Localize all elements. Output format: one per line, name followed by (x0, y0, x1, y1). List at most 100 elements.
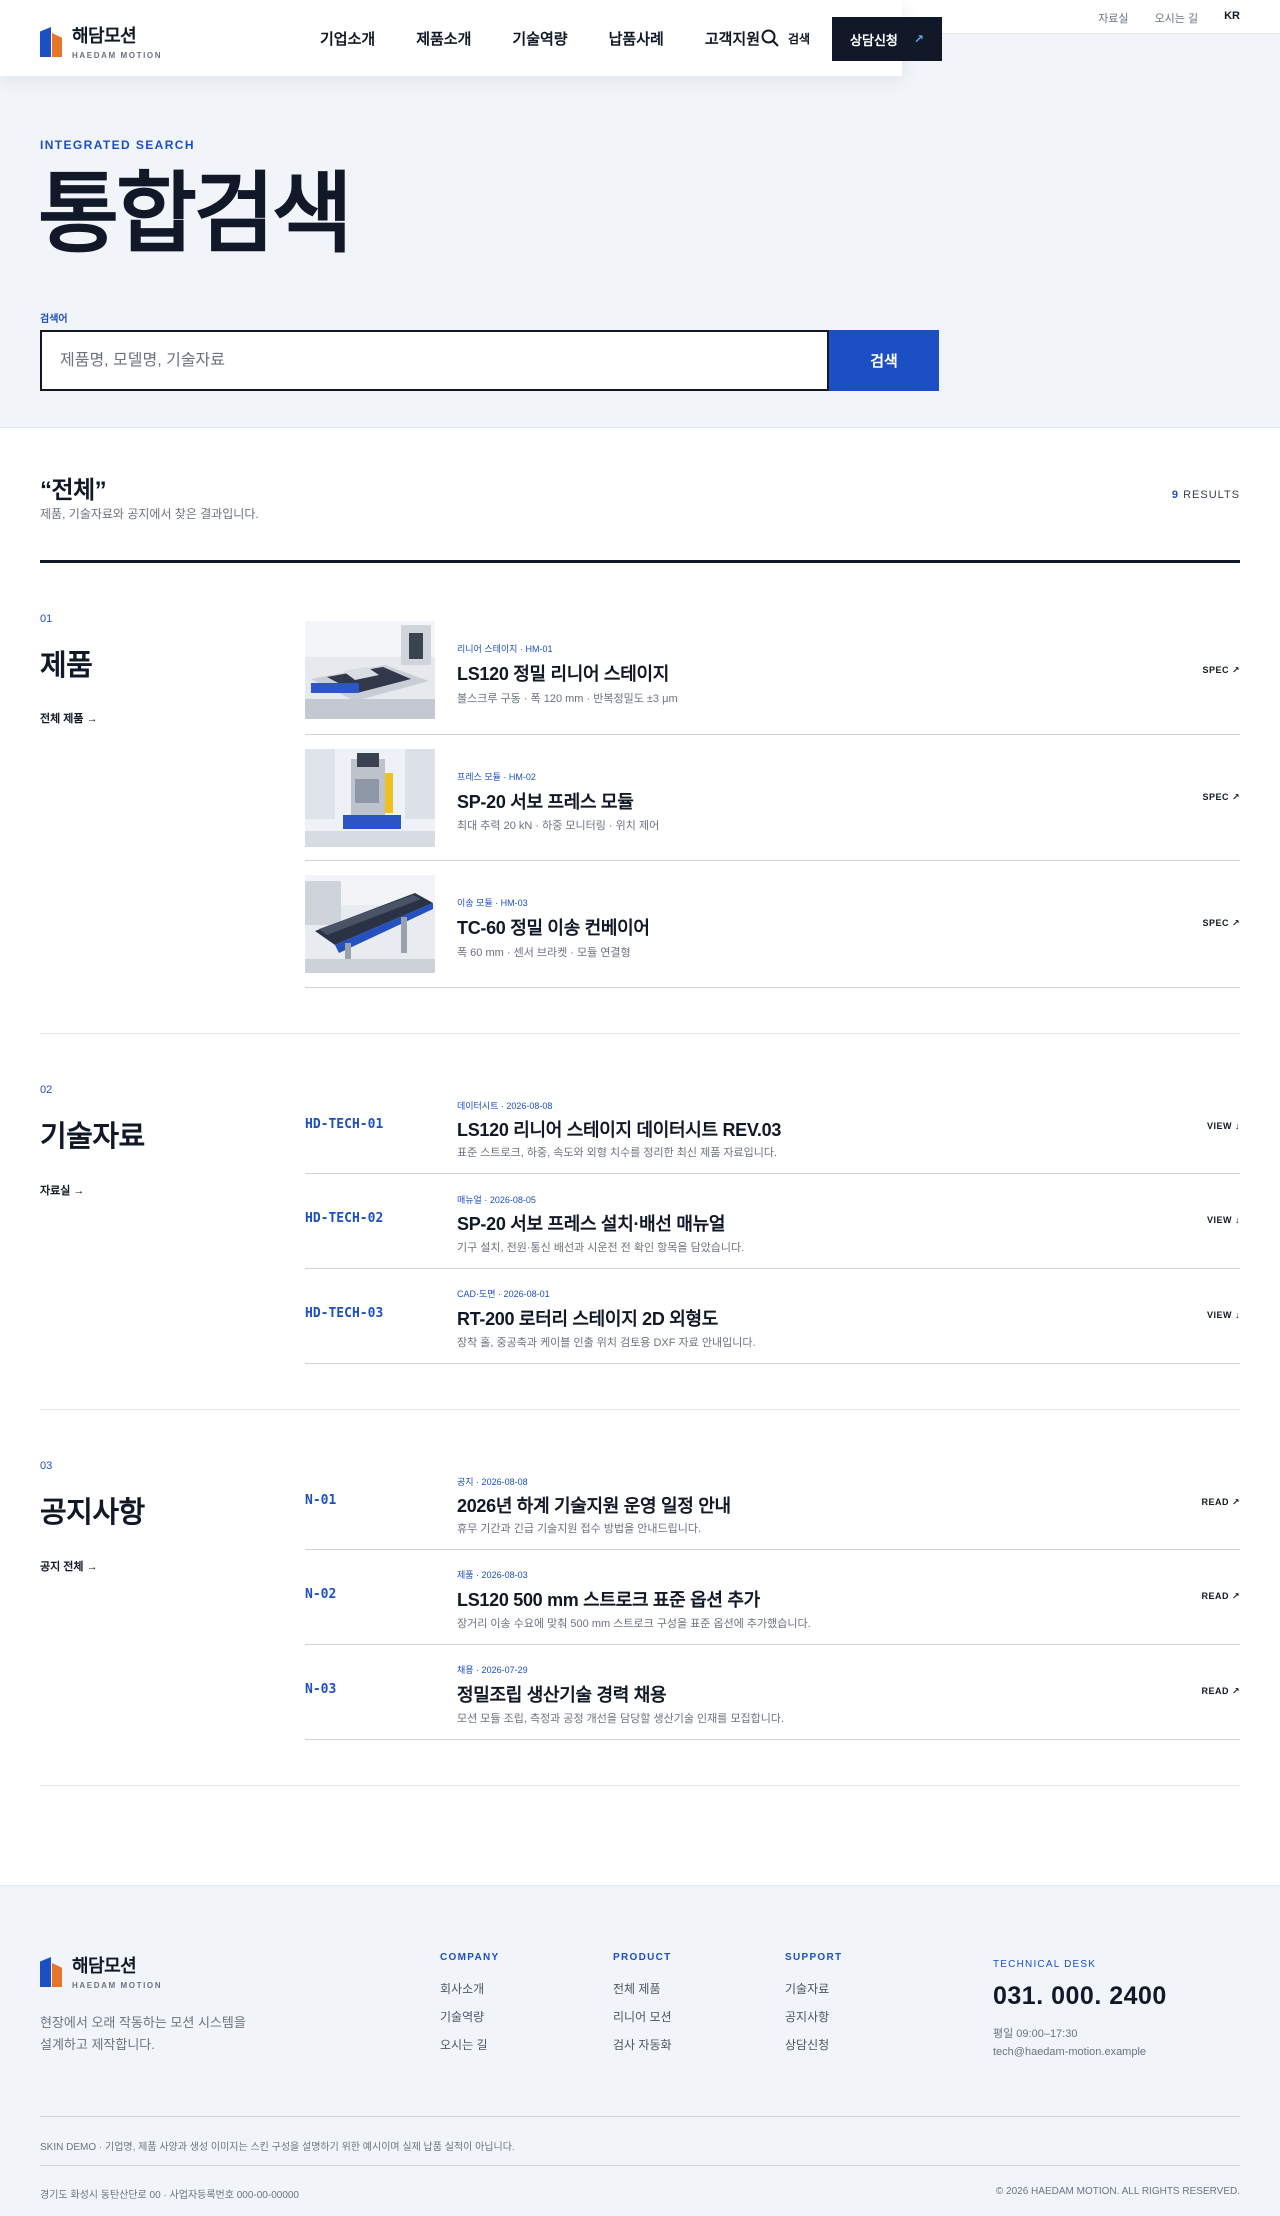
result-title[interactable]: RT-200 로터리 스테이지 2D 외형도 (457, 1305, 718, 1331)
result-meta: 매뉴얼 · 2026-08-05 (457, 1195, 536, 1205)
consult-label: 상담신청 (850, 32, 898, 48)
search-icon (761, 29, 779, 47)
search-field (40, 330, 829, 391)
read-link[interactable]: READ ↗ (1201, 1591, 1240, 1602)
all-notices-link[interactable]: 공지 전체 → (40, 1558, 98, 1574)
result-meta: 제품 · 2026-08-03 (457, 1570, 528, 1580)
notice-result-row[interactable]: N-03 채용 · 2026-07-29 정밀조립 생산기술 경력 채용 모션 … (305, 1645, 1240, 1740)
footer-col-support: SUPPORT 기술자료 공지사항 상담신청 (785, 1952, 842, 2064)
footer-copyright: © 2026 HAEDAM MOTION. ALL RIGHTS RESERVE… (995, 2186, 1240, 2197)
product-result-row[interactable]: 프레스 모듈 · HM-02 SP-20 서보 프레스 모듈 최대 추력 20 … (305, 735, 1240, 861)
result-title[interactable]: TC-60 정밀 이송 컨베이어 (457, 914, 650, 940)
view-link[interactable]: VIEW ↓ (1207, 1310, 1240, 1320)
spec-link[interactable]: SPEC ↗ (1202, 665, 1240, 676)
footer-col-heading: PRODUCT (613, 1952, 672, 1963)
notice-result-row[interactable]: N-01 공지 · 2026-08-08 2026년 하계 기술지원 운영 일정… (305, 1468, 1240, 1550)
footer-link[interactable]: 기술역량 (440, 2008, 499, 2025)
doc-code: HD-TECH-02 (305, 1211, 384, 1226)
section-number: 01 (40, 613, 53, 625)
utility-links: 자료실 오시는 길 KR (1098, 10, 1240, 26)
footer-col-company: COMPANY 회사소개 기술역량 오시는 길 (440, 1952, 499, 2064)
result-description: 장착 홀, 중공축과 케이블 인출 위치 검토용 DXF 자료 안내입니다. (457, 1337, 756, 1349)
search-field-label: 검색어 (40, 314, 68, 325)
doc-result-row[interactable]: HD-TECH-03 CAD·도면 · 2026-08-01 RT-200 로터… (305, 1269, 1240, 1364)
footer-link[interactable]: 리니어 모션 (613, 2008, 672, 2025)
section-divider (40, 1409, 1240, 1410)
brand-logo[interactable]: 해담모션 HAEDAM MOTION (40, 22, 162, 60)
logo-mark-icon (40, 25, 62, 57)
footer-divider (40, 2116, 1240, 2117)
doc-result-row[interactable]: HD-TECH-02 매뉴얼 · 2026-08-05 SP-20 서보 프레스… (305, 1174, 1240, 1269)
technical-desk-email[interactable]: tech@haedam-motion.example (993, 2043, 1167, 2061)
technical-desk: TECHNICAL DESK 031. 000. 2400 평일 09:00–1… (993, 1959, 1167, 2061)
nav-item-technology[interactable]: 기술역량 (512, 28, 567, 49)
result-title[interactable]: SP-20 서보 프레스 설치·배선 매뉴얼 (457, 1210, 725, 1236)
result-description: 최대 추력 20 kN · 하중 모니터링 · 위치 제어 (457, 820, 660, 832)
nav-item-company[interactable]: 기업소개 (320, 28, 375, 49)
result-title[interactable]: SP-20 서보 프레스 모듈 (457, 788, 634, 814)
result-description: 폭 60 mm · 센서 브라켓 · 모듈 연결형 (457, 947, 631, 959)
result-description: 휴무 기간과 긴급 기술지원 접수 방법을 안내드립니다. (457, 1523, 702, 1535)
footer-brand-logo[interactable]: 해담모션 HAEDAM MOTION (40, 1952, 162, 1990)
notice-code: N-01 (305, 1493, 337, 1508)
result-meta: 채용 · 2026-07-29 (457, 1665, 528, 1675)
results-count-number: 9 (1171, 489, 1180, 501)
spec-link[interactable]: SPEC ↗ (1202, 792, 1240, 803)
product-result-row[interactable]: 이송 모듈 · HM-03 TC-60 정밀 이송 컨베이어 폭 60 mm ·… (305, 861, 1240, 988)
footer-divider (40, 2165, 1240, 2166)
result-meta: 이송 모듈 · HM-03 (457, 898, 528, 908)
utility-link-directions[interactable]: 오시는 길 (1155, 10, 1199, 26)
utility-link-archive[interactable]: 자료실 (1098, 10, 1128, 26)
search-summary: 제품, 기술자료와 공지에서 찾은 결과입니다. (40, 507, 259, 521)
view-link[interactable]: VIEW ↓ (1207, 1215, 1240, 1225)
header-search-label: 검색 (788, 31, 811, 46)
result-title[interactable]: LS120 정밀 리니어 스테이지 (457, 660, 669, 686)
footer-link[interactable]: 오시는 길 (440, 2036, 499, 2053)
brand-name-en: HAEDAM MOTION (72, 51, 163, 60)
footer-link[interactable]: 검사 자동화 (613, 2036, 672, 2053)
doc-code: HD-TECH-01 (305, 1117, 384, 1132)
arrow-up-right-icon: ↗ (913, 32, 924, 46)
archive-link[interactable]: 자료실 → (40, 1182, 84, 1198)
view-link[interactable]: VIEW ↓ (1207, 1121, 1240, 1131)
language-selector[interactable]: KR (1224, 10, 1240, 26)
footer-link[interactable]: 공지사항 (785, 2008, 842, 2025)
nav-item-support[interactable]: 고객지원 (705, 28, 760, 49)
spec-link[interactable]: SPEC ↗ (1202, 918, 1240, 929)
result-title[interactable]: 2026년 하계 기술지원 운영 일정 안내 (457, 1492, 731, 1518)
footer-link[interactable]: 상담신청 (785, 2036, 842, 2053)
section-title-tech-docs: 기술자료 (40, 1121, 145, 1153)
nav-item-products[interactable]: 제품소개 (416, 28, 471, 49)
main-header: 해담모션 HAEDAM MOTION 기업소개 제품소개 기술역량 납품사례 고… (0, 0, 942, 76)
footer-col-product: PRODUCT 전체 제품 리니어 모션 검사 자동화 (613, 1952, 672, 2064)
product-image-linear-stage (305, 621, 435, 719)
search-input[interactable] (60, 351, 809, 370)
consult-button[interactable]: 상담신청 ↗ (832, 17, 942, 61)
result-title[interactable]: LS120 리니어 스테이지 데이터시트 REV.03 (457, 1116, 781, 1142)
result-meta: 프레스 모듈 · HM-02 (457, 772, 536, 782)
notice-result-row[interactable]: N-02 제품 · 2026-08-03 LS120 500 mm 스트로크 표… (305, 1550, 1240, 1645)
technical-desk-phone[interactable]: 031. 000. 2400 (993, 1982, 1167, 2011)
result-description: 장거리 이송 수요에 맞춰 500 mm 스트로크 구성을 표준 옵션에 추가했… (457, 1618, 811, 1630)
result-title[interactable]: LS120 500 mm 스트로크 표준 옵션 추가 (457, 1586, 760, 1612)
footer-link[interactable]: 기술자료 (785, 1980, 842, 1997)
result-description: 기구 설치, 전원·통신 배선과 시운전 전 확인 항목을 담았습니다. (457, 1242, 745, 1254)
product-result-row[interactable]: 리니어 스테이지 · HM-01 LS120 정밀 리니어 스테이지 볼스크루 … (305, 620, 1240, 735)
header-search-button[interactable]: 검색 (760, 28, 810, 48)
footer-address: 경기도 화성시 동탄산단로 00 · 사업자등록번호 000-00-00000 (40, 2190, 299, 2201)
nav-item-references[interactable]: 납품사례 (609, 28, 664, 49)
footer-col-heading: SUPPORT (785, 1952, 843, 1963)
search-submit-button[interactable]: 검색 (829, 330, 939, 391)
doc-result-row[interactable]: HD-TECH-01 데이터시트 · 2026-08-08 LS120 리니어 … (305, 1092, 1240, 1174)
result-meta: 리니어 스테이지 · HM-01 (457, 644, 553, 654)
doc-code: HD-TECH-03 (305, 1306, 384, 1321)
read-link[interactable]: READ ↗ (1201, 1497, 1240, 1508)
read-link[interactable]: READ ↗ (1201, 1686, 1240, 1697)
footer-link[interactable]: 전체 제품 (613, 1980, 672, 1997)
results-divider (40, 560, 1240, 563)
result-title[interactable]: 정밀조립 생산기술 경력 채용 (457, 1681, 667, 1707)
notice-code: N-03 (305, 1682, 337, 1697)
all-products-link[interactable]: 전체 제품 → (40, 710, 98, 726)
footer-link[interactable]: 회사소개 (440, 1980, 499, 1997)
results-count: 9 RESULTS (1172, 489, 1240, 501)
